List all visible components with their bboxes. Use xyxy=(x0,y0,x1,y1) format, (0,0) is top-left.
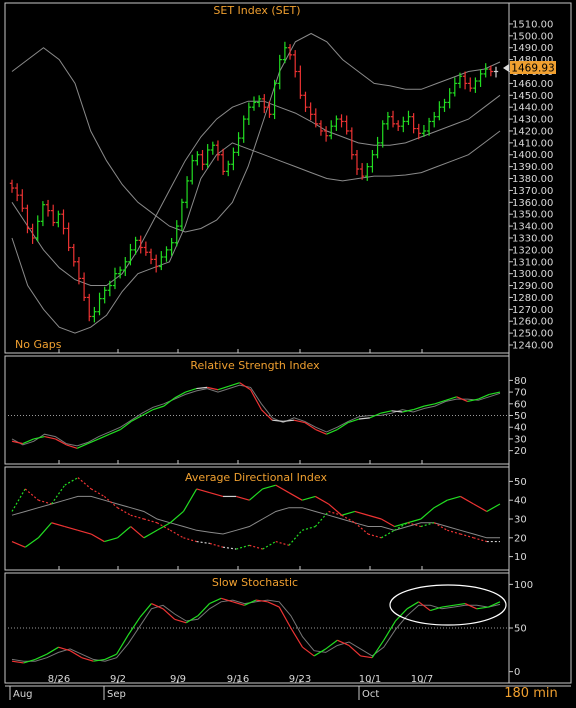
price-ytick-label-7: 1440.00 xyxy=(512,103,553,114)
price-ytick-label-11: 1400.00 xyxy=(512,150,553,161)
x-date-label-5: 10/1 xyxy=(359,674,381,685)
last-price-label: 1469.93 xyxy=(511,63,554,75)
rsi-title: Relative Strength Index xyxy=(190,359,320,372)
price-ytick-label-6: 1450.00 xyxy=(512,91,553,102)
price-ytick-label-9: 1420.00 xyxy=(512,126,553,137)
x-date-label-6: 10/7 xyxy=(411,674,433,685)
x-date-label-1: 9/2 xyxy=(110,674,126,685)
price-ytick-label-5: 1460.00 xyxy=(512,79,553,90)
price-ytick-label-25: 1260.00 xyxy=(512,317,553,328)
adx-ytick-label-4: 10 xyxy=(514,552,527,563)
x-month-label-1: Sep xyxy=(107,689,126,700)
stoch-ytick-label-0: 100 xyxy=(514,580,533,591)
price-ytick-label-21: 1300.00 xyxy=(512,269,553,280)
adx-ytick-label-2: 30 xyxy=(514,515,527,526)
chart-canvas: SET Index (SET) No Gaps Relative Strengt… xyxy=(0,0,576,704)
rsi-ytick-label-6: 20 xyxy=(514,446,527,457)
price-ytick-label-27: 1240.00 xyxy=(512,341,553,352)
price-ytick-label-15: 1360.00 xyxy=(512,198,553,209)
stoch-ytick-label-1: 50 xyxy=(514,624,527,635)
price-ytick-label-10: 1410.00 xyxy=(512,138,553,149)
price-ytick-label-20: 1310.00 xyxy=(512,257,553,268)
adx-ytick-label-1: 40 xyxy=(514,496,527,507)
price-ytick-label-26: 1250.00 xyxy=(512,329,553,340)
x-date-label-2: 9/9 xyxy=(170,674,186,685)
price-ytick-label-0: 1510.00 xyxy=(512,19,553,30)
adx-ytick-label-0: 50 xyxy=(514,477,527,488)
price-ytick-label-16: 1350.00 xyxy=(512,210,553,221)
x-date-label-3: 9/16 xyxy=(227,674,249,685)
price-ytick-label-24: 1270.00 xyxy=(512,305,553,316)
price-ytick-label-14: 1370.00 xyxy=(512,186,553,197)
price-chart-title: SET Index (SET) xyxy=(213,4,300,17)
x-month-label-2: Oct xyxy=(362,689,379,700)
rsi-ytick-label-5: 30 xyxy=(514,434,527,445)
x-month-label-0: Aug xyxy=(13,689,33,700)
adx-ytick-label-3: 20 xyxy=(514,533,527,544)
rsi-ytick-label-3: 50 xyxy=(514,411,527,422)
rsi-ytick-label-0: 80 xyxy=(514,376,527,387)
price-ytick-label-13: 1380.00 xyxy=(512,174,553,185)
rsi-ytick-label-4: 40 xyxy=(514,423,527,434)
price-ytick-label-2: 1490.00 xyxy=(512,43,553,54)
stoch-title: Slow Stochastic xyxy=(212,576,298,589)
price-ytick-label-12: 1390.00 xyxy=(512,162,553,173)
price-ytick-label-17: 1340.00 xyxy=(512,222,553,233)
rsi-ytick-label-2: 60 xyxy=(514,399,527,410)
price-ytick-label-19: 1320.00 xyxy=(512,245,553,256)
no-gaps-label: No Gaps xyxy=(15,338,62,351)
price-ytick-label-1: 1500.00 xyxy=(512,31,553,42)
price-ytick-label-22: 1290.00 xyxy=(512,281,553,292)
x-date-label-4: 9/23 xyxy=(289,674,311,685)
price-ytick-label-23: 1280.00 xyxy=(512,293,553,304)
stoch-ytick-label-2: 0 xyxy=(514,667,520,678)
rsi-ytick-label-1: 70 xyxy=(514,388,527,399)
interval-label: 180 min xyxy=(504,686,557,701)
chart-window: SET Index (SET) No Gaps Relative Strengt… xyxy=(0,0,576,704)
price-ytick-label-18: 1330.00 xyxy=(512,233,553,244)
x-date-label-0: 8/26 xyxy=(48,674,70,685)
adx-title: Average Directional Index xyxy=(185,471,327,484)
price-ytick-label-8: 1430.00 xyxy=(512,115,553,126)
